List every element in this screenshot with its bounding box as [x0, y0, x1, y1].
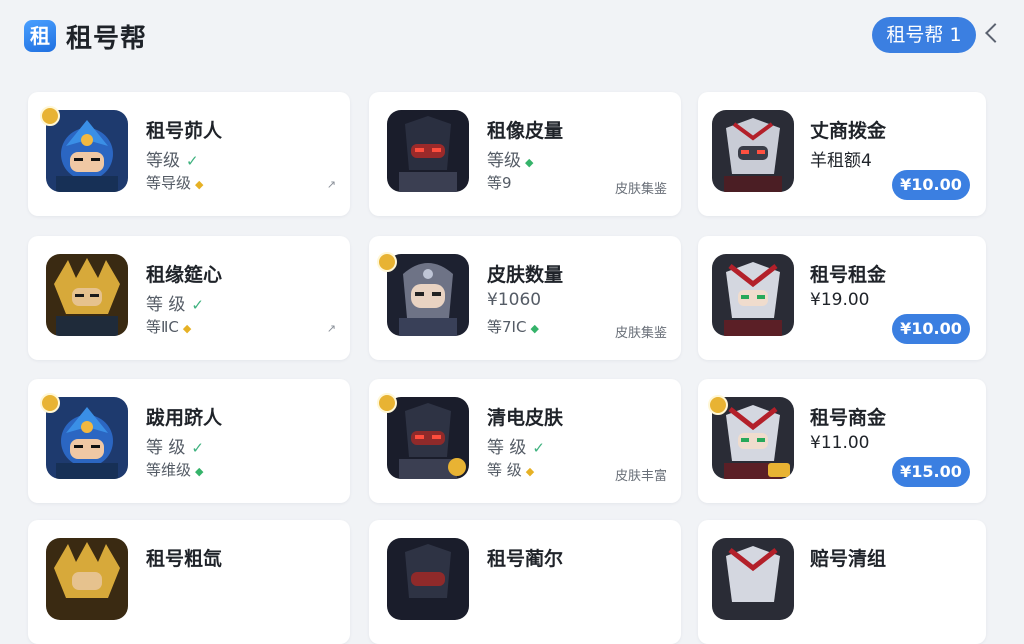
- rent-price-button[interactable]: ¥10.00: [892, 314, 970, 344]
- check-icon: ✓: [186, 152, 199, 170]
- rank-badge-icon: [40, 393, 60, 413]
- account-card[interactable]: 租号租金 ¥19.00 ¥10.00: [698, 236, 986, 360]
- avatar: [387, 538, 469, 620]
- avatar: [46, 397, 128, 479]
- card-level-text: 等 级: [146, 295, 186, 315]
- diamond-icon: ◆: [525, 156, 534, 169]
- check-icon: ✓: [191, 296, 204, 314]
- diamond-icon: ◆: [182, 322, 192, 335]
- card-level-text: 等 级: [487, 438, 527, 458]
- diamond-icon: ◆: [195, 178, 204, 191]
- card-sublevel: 等9: [487, 174, 512, 192]
- avatar: [387, 397, 469, 479]
- card-sublevel: 等ⅡC ◆: [146, 316, 191, 337]
- rank-badge-icon: [377, 393, 397, 413]
- card-info: ¥19.00: [810, 290, 870, 310]
- rank-badge-icon: [40, 106, 60, 126]
- avatar: [46, 110, 128, 192]
- rank-badge-icon: [377, 252, 397, 272]
- check-icon: ✓: [191, 439, 204, 457]
- card-sublevel: 等7IC ◆: [487, 316, 539, 337]
- rent-price-button[interactable]: ¥15.00: [892, 457, 970, 487]
- account-card-grid: 租号茆人 等级 ✓ 等导级 ◆ ↗ 租像皮量 等级 ◆ 等9 皮肤集鉴 丈商拨金 羊租…: [0, 0, 1024, 644]
- card-title: 丈商拨金: [810, 120, 887, 142]
- account-card[interactable]: 租号茆人 等级 ✓ 等导级 ◆ ↗: [28, 92, 350, 216]
- avatar: [46, 538, 128, 620]
- account-card[interactable]: 皮肤数量 ¥1060 等7IC ◆ 皮肤集鉴: [369, 236, 681, 360]
- card-sublevel-text: 等7IC: [487, 318, 527, 336]
- card-level: ¥1060: [487, 290, 542, 310]
- account-card[interactable]: 跋用跻人 等 级 ✓ 等维级 ◆: [28, 379, 350, 503]
- avatar: [46, 254, 128, 336]
- diamond-icon: ◆: [195, 465, 204, 478]
- card-title: 皮肤数量: [487, 264, 564, 286]
- avatar: [712, 538, 794, 620]
- account-card[interactable]: 租号商金 ¥11.00 ¥15.00: [698, 379, 986, 503]
- card-sublevel: 等导级 ◆: [146, 172, 203, 193]
- tick-icon: ↗: [326, 322, 336, 335]
- card-level-text: 等级: [146, 151, 180, 171]
- check-icon: ✓: [532, 439, 545, 457]
- account-card[interactable]: 租号蔺尔: [369, 520, 681, 644]
- skin-tag: 皮肤丰富: [614, 469, 667, 484]
- avatar: [712, 254, 794, 336]
- account-card[interactable]: 租像皮量 等级 ◆ 等9 皮肤集鉴: [369, 92, 681, 216]
- diamond-icon: ◆: [530, 322, 539, 335]
- card-sublevel: 等 级 ◆: [487, 459, 534, 480]
- tick-icon: ↗: [326, 178, 336, 191]
- card-title: 租号茆人: [146, 120, 223, 142]
- avatar: [387, 110, 469, 192]
- account-card[interactable]: 清电皮肤 等 级 ✓ 等 级 ◆ 皮肤丰富: [369, 379, 681, 503]
- rank-badge-icon: [708, 395, 728, 415]
- card-sublevel-text: 等 级: [487, 461, 522, 479]
- skin-tag: 皮肤集鉴: [614, 326, 667, 341]
- card-level-text: 等 级: [146, 438, 186, 458]
- account-card[interactable]: 丈商拨金 羊租额4 ¥10.00: [698, 92, 986, 216]
- card-info: 羊租额4: [810, 151, 872, 171]
- card-sublevel-text: 等维级: [146, 461, 192, 479]
- card-title: 租像皮量: [487, 120, 564, 142]
- card-level: 等级 ◆: [487, 146, 533, 171]
- card-title: 跋用跻人: [146, 407, 223, 429]
- account-card[interactable]: 赔号清组: [698, 520, 986, 644]
- card-title: 租号蔺尔: [487, 548, 564, 570]
- card-level: 等 级 ✓: [487, 433, 545, 458]
- skin-tag: 皮肤集鉴: [614, 182, 667, 197]
- card-sublevel-text: 等导级: [146, 174, 192, 192]
- account-card[interactable]: 租号粗氙: [28, 520, 350, 644]
- account-card[interactable]: 租缘筵心 等 级 ✓ 等ⅡC ◆ ↗: [28, 236, 350, 360]
- card-level: 等 级 ✓: [146, 433, 204, 458]
- card-sublevel-text: 等ⅡC: [146, 318, 179, 336]
- diamond-icon: ◆: [525, 465, 535, 478]
- card-title: 赔号清组: [810, 548, 887, 570]
- card-title: 租缘筵心: [146, 264, 223, 286]
- card-level: 等级 ✓: [146, 146, 199, 171]
- card-title: 租号租金: [810, 264, 887, 286]
- card-title: 清电皮肤: [487, 407, 564, 429]
- card-level: 等 级 ✓: [146, 290, 204, 315]
- card-level-text: 等级: [487, 151, 521, 171]
- rent-price-button[interactable]: ¥10.00: [892, 170, 970, 200]
- avatar: [712, 110, 794, 192]
- card-title: 租号商金: [810, 407, 887, 429]
- card-info: ¥11.00: [810, 433, 870, 453]
- card-sublevel: 等维级 ◆: [146, 459, 203, 480]
- card-title: 租号粗氙: [146, 548, 223, 570]
- avatar: [387, 254, 469, 336]
